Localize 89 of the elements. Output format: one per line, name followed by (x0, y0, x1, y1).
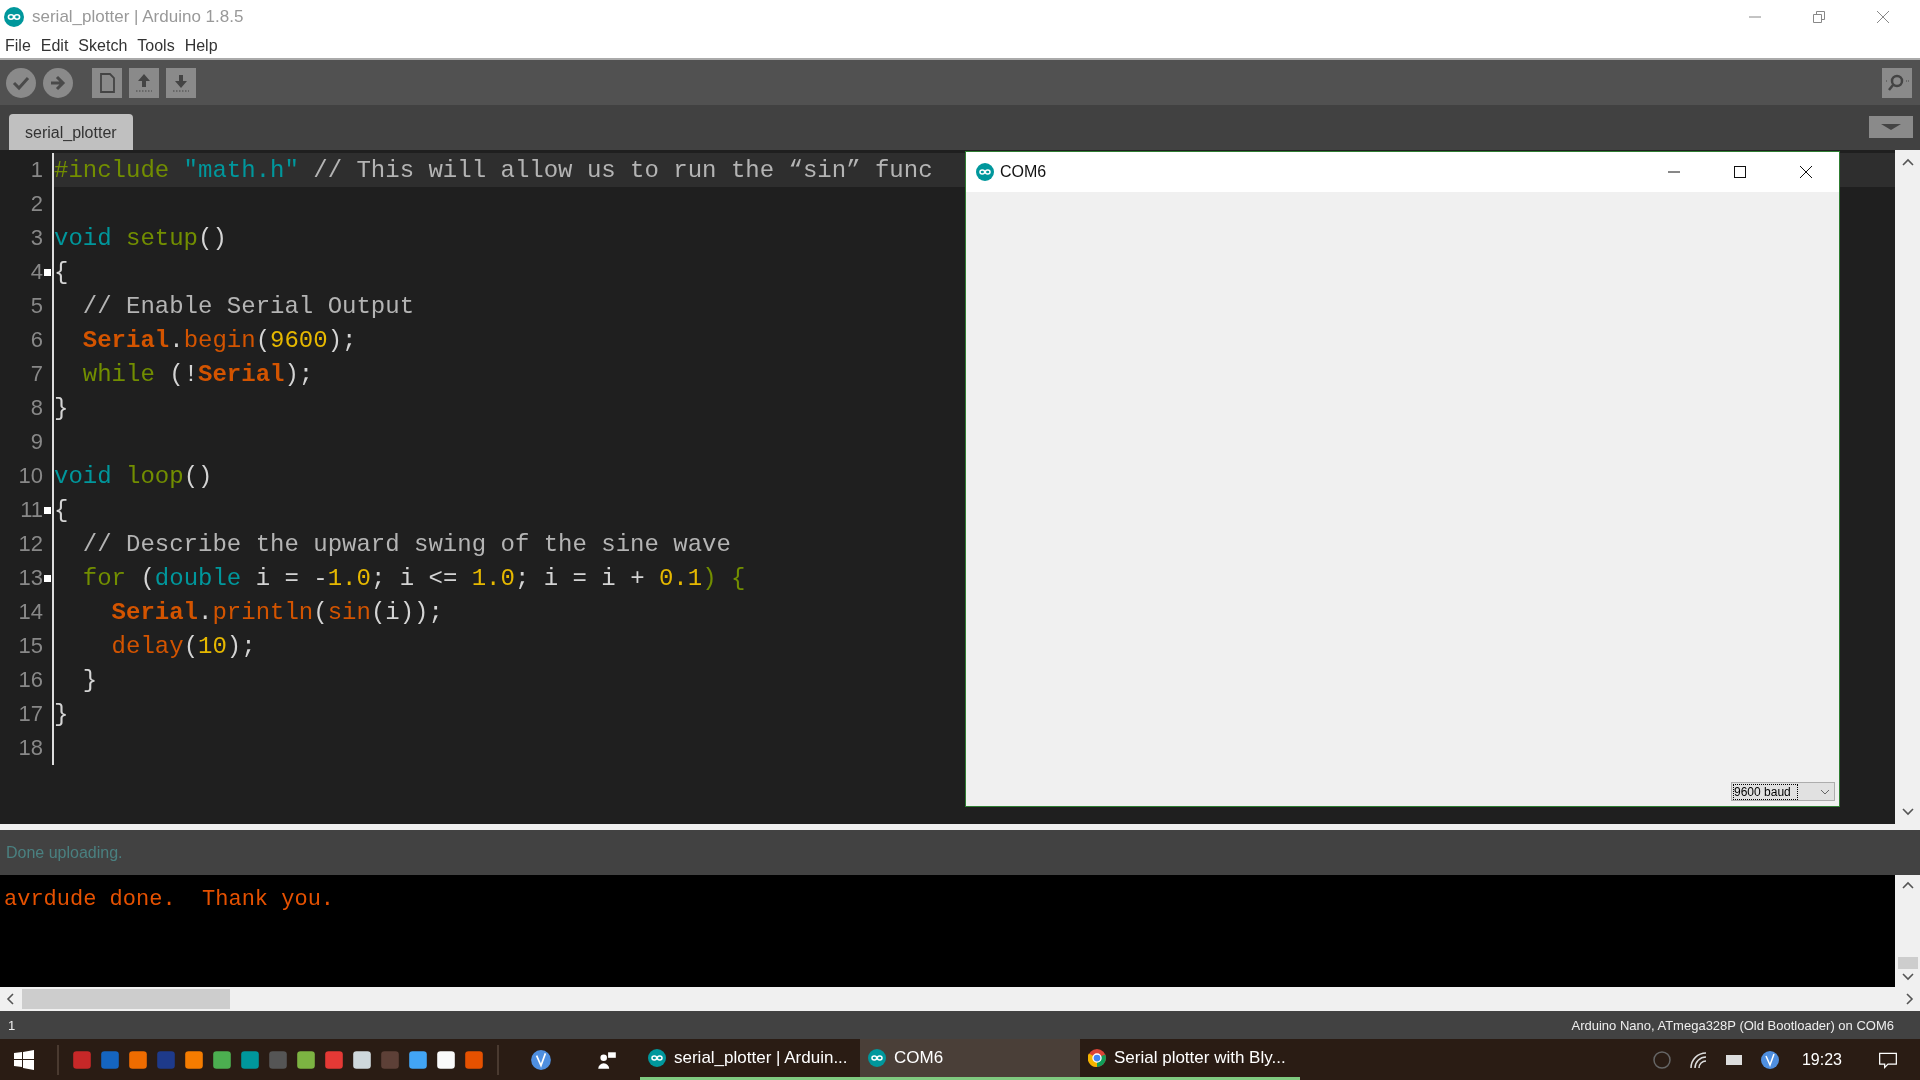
code-line: // Describe the upward swing of the sine wave (81, 530, 731, 558)
line-number: 4 (30, 259, 43, 285)
line-number: 2 (30, 191, 43, 217)
menu-item[interactable]: Sketch (78, 37, 128, 55)
line-number: 5 (30, 293, 43, 319)
line-number: 17 (18, 701, 43, 727)
tab-menu-caret-icon[interactable] (1869, 116, 1913, 138)
menu-item[interactable]: Tools (137, 37, 175, 55)
code-line: Serial.println(sin(i)); (110, 598, 443, 626)
new-file-icon[interactable] (92, 67, 122, 98)
console-output: avrdude done. Thank you. (4, 887, 335, 912)
scroll-down-icon[interactable] (1901, 973, 1914, 981)
scroll-up-icon[interactable] (1901, 158, 1914, 166)
app-icon[interactable] (351, 1048, 373, 1071)
app-icon[interactable] (183, 1048, 205, 1071)
sketch-tab[interactable]: serial_plotter (9, 114, 133, 150)
code-line: delay(10); (110, 632, 256, 660)
scroll-down-icon[interactable] (1901, 808, 1914, 816)
scroll-up-icon[interactable] (1901, 881, 1914, 889)
line-number: 15 (18, 633, 43, 659)
code-line: { (54, 258, 69, 286)
scroll-left-icon[interactable] (6, 993, 14, 1005)
app-icon[interactable] (295, 1048, 317, 1071)
line-number: 16 (18, 667, 43, 693)
line-number: 10 (18, 463, 43, 489)
scroll-thumb[interactable] (1897, 957, 1918, 969)
code-line: { (54, 496, 69, 524)
serial-monitor-icon[interactable] (1882, 67, 1912, 98)
horizontal-scrollbar[interactable] (0, 987, 1920, 1011)
status-message: Done uploading. (6, 843, 123, 862)
fold-marker-icon[interactable] (44, 506, 51, 514)
code-line: void setup() (54, 224, 227, 252)
app-icon[interactable] (530, 1048, 552, 1071)
upload-file-icon[interactable] (129, 67, 159, 98)
taskbar-button[interactable]: COM6 (860, 1039, 1080, 1080)
fold-marker-icon[interactable] (44, 268, 51, 276)
line-number: 9 (30, 429, 43, 455)
arduino-logo-icon (976, 163, 994, 181)
qb-tray-icon[interactable] (1651, 1049, 1672, 1070)
board-info: Arduino Nano, ATmega328P (Old Bootloader) on COM6 (1571, 1017, 1894, 1033)
menu-item[interactable]: Edit (40, 37, 69, 55)
arduino-logo-icon (648, 1049, 666, 1067)
code-line: while (!Serial); (81, 360, 314, 388)
line-number: 3 (30, 225, 43, 251)
code-line: #include "math.h" // This will allow us to run the “sin” func (54, 156, 933, 184)
line-number: 7 (30, 361, 43, 387)
download-file-icon[interactable] (166, 67, 196, 98)
window-title: serial_plotter | Arduino 1.8.5 (32, 7, 244, 27)
clock[interactable]: 19:23 (1801, 1050, 1842, 1069)
app-icon[interactable] (211, 1048, 233, 1071)
app-tray-icon[interactable] (1759, 1049, 1780, 1070)
caret-icon (1820, 788, 1830, 795)
close-icon[interactable] (1799, 165, 1813, 179)
line-indicator: 1 (8, 1017, 16, 1033)
arduino-logo-icon (4, 7, 24, 27)
line-number: 12 (18, 531, 43, 557)
scroll-thumb[interactable] (22, 989, 230, 1009)
verify-check-icon[interactable] (6, 67, 36, 98)
vertical-scrollbar[interactable] (1895, 150, 1920, 824)
restore-icon[interactable] (1812, 10, 1826, 24)
menu-item[interactable]: File (5, 37, 31, 55)
scroll-right-icon[interactable] (1906, 993, 1914, 1005)
code-line: // Enable Serial Output (81, 292, 415, 320)
maximize-icon[interactable] (1733, 165, 1747, 179)
code-line: for (double i = -1.0; i <= 1.0; i = i + 0.1) { (81, 564, 746, 592)
wifi-icon[interactable] (1687, 1049, 1708, 1070)
fold-marker-icon[interactable] (44, 574, 51, 582)
code-line: } (81, 666, 98, 694)
code-line: } (54, 700, 69, 728)
windows-start-icon[interactable] (14, 1049, 34, 1070)
line-number: 1 (30, 157, 43, 183)
baud-select[interactable]: 9600 baud (1731, 782, 1835, 801)
line-number: 11 (20, 497, 43, 523)
menu-item[interactable]: Help (184, 37, 218, 55)
app-icon[interactable] (407, 1048, 429, 1071)
code-line: } (54, 394, 69, 422)
browser-icon (1088, 1049, 1106, 1067)
plotter-title: COM6 (1000, 163, 1047, 181)
line-number: 18 (18, 735, 43, 761)
arduino-logo-icon (868, 1049, 886, 1067)
line-number: 14 (18, 599, 43, 625)
vertical-scrollbar[interactable] (1895, 875, 1920, 987)
code-line: void loop() (54, 462, 213, 490)
line-number: 8 (30, 395, 43, 421)
code-line: Serial.begin(9600); (81, 326, 357, 354)
line-number: 6 (30, 327, 43, 353)
line-number: 13 (18, 565, 43, 591)
app-icon[interactable] (435, 1048, 457, 1071)
taskbar-button[interactable]: Serial plotter with Bly... (1080, 1039, 1300, 1080)
